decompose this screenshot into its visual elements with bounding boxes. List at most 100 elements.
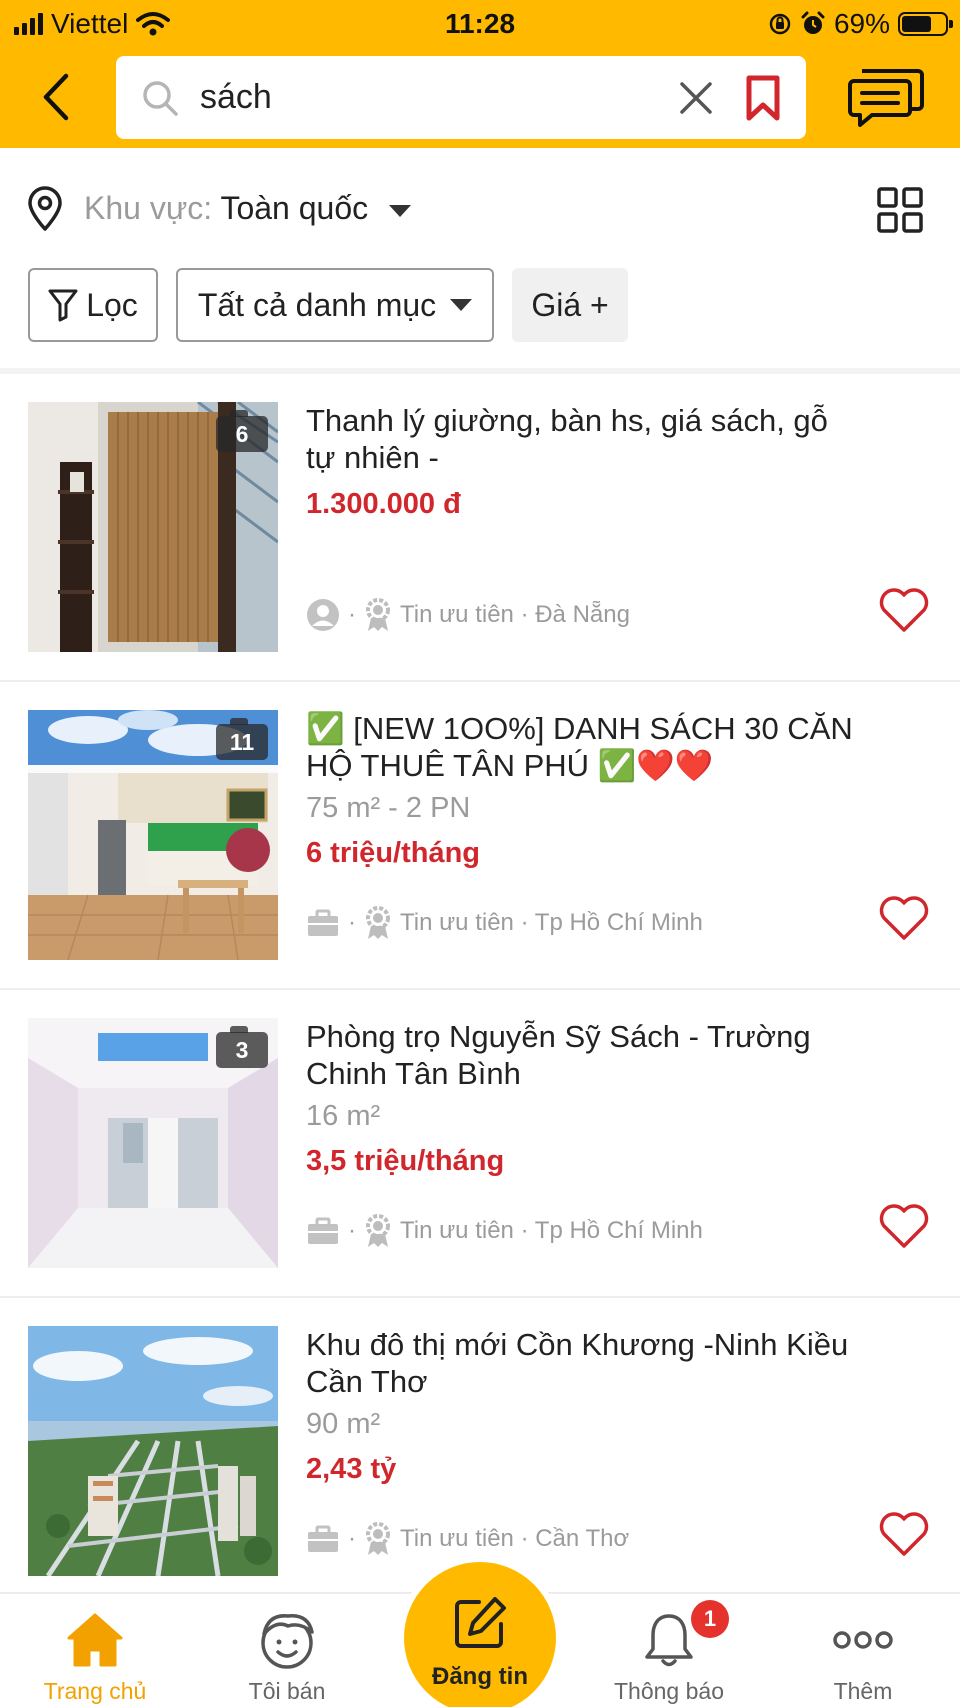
back-button[interactable] xyxy=(28,62,84,132)
briefcase-icon xyxy=(308,1525,338,1552)
listing-title: Phòng trọ Nguyễn Sỹ Sách - Trường Chinh … xyxy=(306,1018,926,1092)
category-dropdown[interactable]: Tất cả danh mục xyxy=(176,268,494,342)
listing-title-line: HỘ THUÊ TÂN PHÚ ✅❤️❤️ xyxy=(306,748,714,783)
chevron-left-icon xyxy=(43,73,69,121)
listing-meta: · Tin ưu tiên · Tp Hồ Chí Minh xyxy=(306,1214,703,1248)
listing-title: ✅ [NEW 1OO%] DANH SÁCH 30 CĂN HỘ THUÊ TÂ… xyxy=(306,710,926,784)
nav-more[interactable]: Thêm xyxy=(768,1594,958,1707)
funnel-icon xyxy=(48,289,78,322)
meta-separator: · xyxy=(348,601,356,628)
home-icon xyxy=(66,1610,124,1670)
bell-icon: 1 xyxy=(643,1600,729,1670)
listing-meta: · Tin ưu tiên · Cần Thơ xyxy=(306,1522,629,1556)
bookmark-icon xyxy=(746,75,780,121)
listing-info: Thanh lý giường, bàn hs, giá sách, gỗ tự… xyxy=(306,402,926,521)
favorite-heart-icon[interactable] xyxy=(878,1510,930,1558)
category-label: Tất cả danh mục xyxy=(197,286,437,323)
nav-notifications[interactable]: 1 Thông báo xyxy=(574,1594,764,1707)
listing-title: Thanh lý giường, bàn hs, giá sách, gỗ tự… xyxy=(306,402,926,476)
listing-title-line: ✅ [NEW 1OO%] DANH SÁCH 30 CĂN xyxy=(306,711,853,746)
priority-badge-icon xyxy=(366,1214,390,1247)
listing-info: Phòng trọ Nguyễn Sỹ Sách - Trường Chinh … xyxy=(306,1018,926,1178)
top-bar: Viettel 11:28 69% xyxy=(0,0,960,148)
status-bar: Viettel 11:28 69% xyxy=(0,0,960,48)
listing-photo[interactable]: 3 xyxy=(28,1018,278,1268)
nav-more-label: Thêm xyxy=(833,1678,893,1704)
listing-price: 1.300.000 đ xyxy=(306,488,461,520)
listing-title: Khu đô thị mới Cồn Khương -Ninh Kiều Cần… xyxy=(306,1326,926,1400)
search-input[interactable] xyxy=(200,70,670,124)
listing-meta: · Tin ưu tiên · Đà Nẵng xyxy=(306,598,630,632)
listing-photo[interactable]: 6 xyxy=(28,402,278,652)
filter-label: Lọc xyxy=(86,286,138,323)
location-filter-row: Khu vực: Toàn quốc xyxy=(0,168,960,248)
user-icon xyxy=(307,599,339,631)
listing-title-line: Phòng trọ Nguyễn Sỹ Sách - Trường xyxy=(306,1019,811,1054)
photo-count-badge: 11 xyxy=(216,718,268,760)
location-pin-icon xyxy=(28,186,62,231)
nav-home[interactable]: Trang chủ xyxy=(0,1594,190,1707)
listing-photo[interactable] xyxy=(28,1326,278,1576)
priority-badge-icon xyxy=(366,906,390,939)
edit-icon xyxy=(451,1594,509,1657)
meta-separator: · xyxy=(348,1525,356,1552)
search-bar xyxy=(116,56,806,139)
seller-face-icon xyxy=(256,1610,318,1670)
favorite-heart-icon[interactable] xyxy=(878,1202,930,1250)
caret-down-icon xyxy=(389,204,412,217)
photo-count: 3 xyxy=(235,1036,249,1063)
urban-area-photo xyxy=(28,1326,278,1576)
location-selector[interactable]: Khu vực: Toàn quốc xyxy=(84,190,412,227)
search-icon xyxy=(143,81,178,116)
listing-meta-text: Tin ưu tiên · Tp Hồ Chí Minh xyxy=(400,909,703,936)
briefcase-icon xyxy=(308,909,338,936)
location-label: Khu vực: xyxy=(84,190,213,226)
nav-my-sales-label: Tôi bán xyxy=(248,1678,326,1704)
listing-price: 6 triệu/tháng xyxy=(306,837,481,869)
listing-item[interactable]: 11 ✅ [NEW 1OO%] DANH SÁCH 30 CĂN HỘ THUÊ… xyxy=(0,682,960,990)
location-value: Toàn quốc xyxy=(220,190,369,226)
alarm-icon xyxy=(801,11,825,34)
save-search-button[interactable] xyxy=(738,72,788,124)
grid-view-toggle[interactable] xyxy=(876,186,924,234)
notification-badge: 1 xyxy=(691,1600,729,1638)
photo-count: 6 xyxy=(235,420,249,447)
listing-title-line: Cần Thơ xyxy=(306,1364,428,1399)
price-filter-button[interactable]: Giá + xyxy=(512,268,628,342)
listing-info: Khu đô thị mới Cồn Khương -Ninh Kiều Cần… xyxy=(306,1326,926,1486)
price-filter-label: Giá + xyxy=(531,286,609,323)
listing-title-line: Khu đô thị mới Cồn Khương -Ninh Kiều xyxy=(306,1327,849,1362)
briefcase-icon xyxy=(308,1217,338,1244)
post-listing-button[interactable]: Đăng tin xyxy=(398,1556,562,1707)
filter-chips: Lọc Tất cả danh mục Giá + xyxy=(0,268,960,344)
filter-button[interactable]: Lọc xyxy=(28,268,158,342)
listing-item[interactable]: 6 Thanh lý giường, bàn hs, giá sách, gỗ … xyxy=(0,374,960,682)
photo-count: 11 xyxy=(229,728,255,755)
chat-button[interactable] xyxy=(846,62,928,134)
post-listing-label: Đăng tin xyxy=(432,1663,528,1690)
clear-search-button[interactable] xyxy=(672,74,720,122)
listing-detail: 90 m² xyxy=(306,1408,381,1440)
listing-detail: 16 m² xyxy=(306,1100,381,1132)
battery-icon xyxy=(898,12,953,36)
nav-home-label: Trang chủ xyxy=(43,1678,147,1704)
close-icon xyxy=(680,82,712,114)
photo-count-badge: 3 xyxy=(216,1026,268,1068)
battery-percent: 69% xyxy=(833,8,890,39)
listing-photo[interactable]: 11 xyxy=(28,710,278,960)
listing-meta-text: Tin ưu tiên · Cần Thơ xyxy=(400,1525,630,1552)
priority-badge-icon xyxy=(366,1522,390,1555)
priority-badge-icon xyxy=(366,598,390,631)
listing-meta-text: Tin ưu tiên · Tp Hồ Chí Minh xyxy=(400,1217,703,1244)
listing-item[interactable]: 3 Phòng trọ Nguyễn Sỹ Sách - Trường Chin… xyxy=(0,990,960,1298)
nav-notifications-label: Thông báo xyxy=(614,1678,724,1704)
favorite-heart-icon[interactable] xyxy=(878,894,930,942)
listing-meta: · Tin ưu tiên · Tp Hồ Chí Minh xyxy=(306,906,703,940)
meta-separator: · xyxy=(348,1217,356,1244)
favorite-heart-icon[interactable] xyxy=(878,586,930,634)
meta-separator: · xyxy=(348,909,356,936)
listing-detail: 75 m² - 2 PN xyxy=(306,792,471,824)
nav-my-sales[interactable]: Tôi bán xyxy=(192,1594,382,1707)
listing-title-line: Chinh Tân Bình xyxy=(306,1056,521,1091)
listing-info: ✅ [NEW 1OO%] DANH SÁCH 30 CĂN HỘ THUÊ TÂ… xyxy=(306,710,926,870)
